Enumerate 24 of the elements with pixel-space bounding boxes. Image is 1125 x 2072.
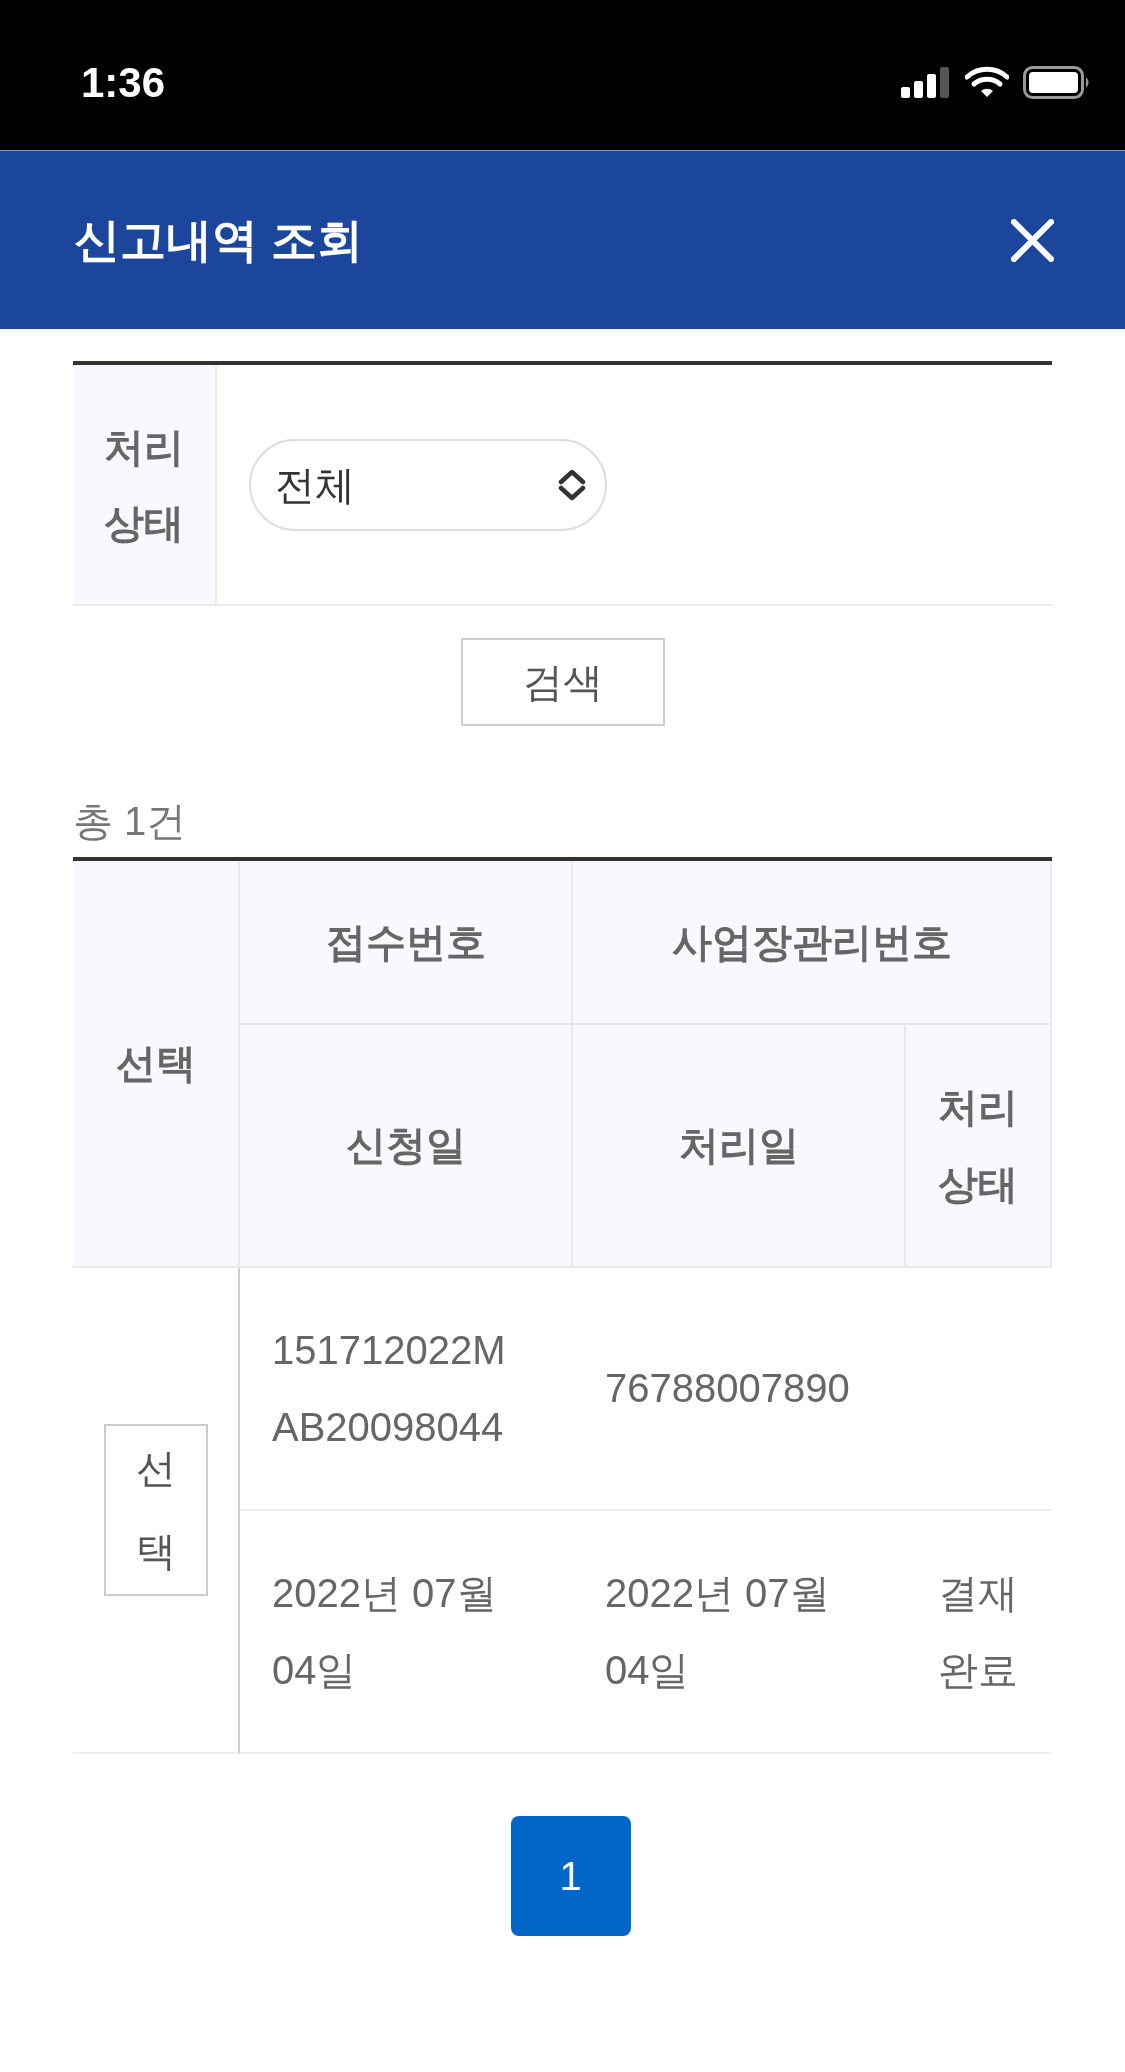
signal-icon [901, 66, 951, 98]
table-header-cell: 사업장관리번호 [573, 861, 1052, 1025]
chevron-up-down-icon [557, 468, 587, 501]
table-cell: 76788007890 [573, 1268, 1052, 1511]
wifi-icon [965, 66, 1009, 98]
table-cell: 결재 완료 [906, 1511, 1052, 1754]
table-cell: 151712022MAB20098044 [240, 1268, 573, 1511]
table-header-cell: 접수번호 [240, 861, 573, 1025]
close-icon[interactable] [1011, 218, 1054, 262]
table-header-cell: 처리일 [573, 1025, 906, 1268]
battery-icon [1023, 65, 1091, 99]
table-header-cell: 선택 [73, 861, 240, 1268]
table-cell: 2022년 07월 04일 [240, 1511, 573, 1754]
total-count: 총 1건 [73, 799, 187, 843]
status-time: 1:36 [81, 57, 166, 108]
table-header-cell: 처리 상태 [906, 1025, 1052, 1268]
table-header-cell: 신청일 [240, 1025, 573, 1268]
search-button[interactable]: 검색 [460, 638, 665, 726]
status-select[interactable]: 전체 [249, 438, 607, 531]
page-button[interactable]: 1 [510, 1816, 631, 1936]
table-cell: 2022년 07월 04일 [573, 1511, 906, 1754]
page-title: 신고내역 조회 [74, 212, 363, 268]
select-button[interactable]: 선택 [103, 1424, 208, 1596]
filter-label: 처리 상태 [103, 423, 185, 547]
